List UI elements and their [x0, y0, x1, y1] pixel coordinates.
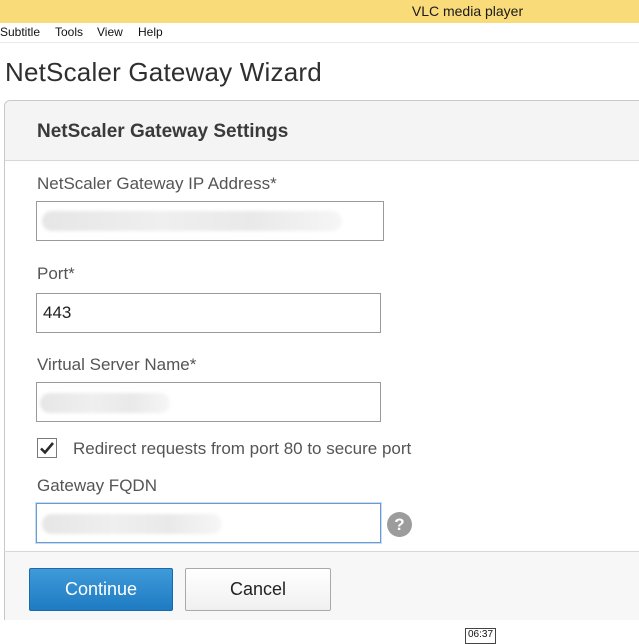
panel-title: NetScaler Gateway Settings	[37, 121, 289, 142]
panel-header: NetScaler Gateway Settings	[5, 101, 639, 161]
cancel-button[interactable]: Cancel	[185, 568, 331, 611]
window-titlebar: VLC media player	[0, 0, 639, 23]
virtual-server-name-label: Virtual Server Name*	[37, 355, 197, 374]
bottom-strip	[0, 620, 639, 640]
redirect-checkbox[interactable]	[37, 438, 57, 458]
redacted-vserver-value	[40, 393, 170, 413]
port-input[interactable]	[36, 293, 381, 333]
menu-help[interactable]: Help	[138, 25, 163, 39]
redacted-ip-value	[42, 211, 342, 231]
gateway-fqdn-label: Gateway FQDN	[37, 476, 157, 495]
menubar: Subtitle Tools View Help	[0, 23, 639, 43]
continue-button[interactable]: Continue	[29, 568, 173, 611]
playback-time: 06:37	[465, 628, 497, 644]
menu-tools[interactable]: Tools	[55, 25, 83, 39]
checkmark-icon	[40, 442, 54, 455]
menu-view[interactable]: View	[97, 25, 123, 39]
window-title: VLC media player	[411, 3, 524, 19]
page-title: NetScaler Gateway Wizard	[5, 57, 322, 87]
redacted-fqdn-value	[42, 514, 222, 534]
ip-address-label: NetScaler Gateway IP Address*	[37, 174, 277, 193]
help-icon[interactable]: ?	[387, 512, 412, 537]
menu-subtitle[interactable]: Subtitle	[0, 25, 40, 39]
redirect-label: Redirect requests from port 80 to secure…	[73, 439, 412, 458]
port-label: Port*	[37, 264, 75, 283]
